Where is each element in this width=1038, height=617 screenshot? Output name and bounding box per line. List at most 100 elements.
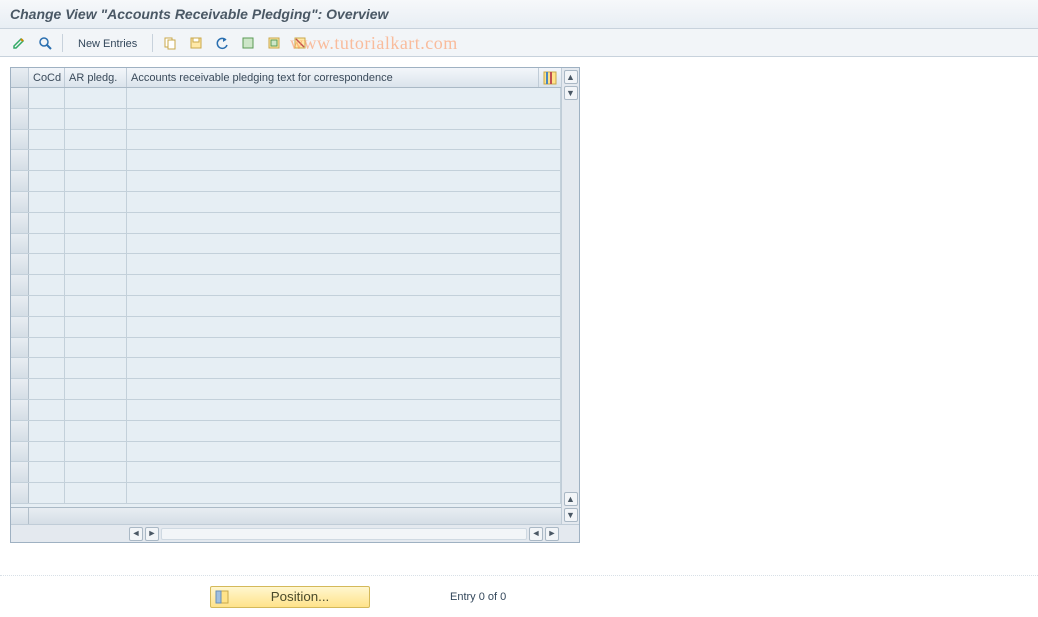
cell-text[interactable] [127, 150, 561, 170]
cell-ar-pledg[interactable] [65, 296, 127, 316]
table-row[interactable] [11, 192, 561, 213]
table-row[interactable] [11, 400, 561, 421]
vertical-scrollbar[interactable]: ▲ ▼ ▲ ▼ [561, 68, 579, 524]
cell-cocd[interactable] [29, 192, 65, 212]
cell-text[interactable] [127, 130, 561, 150]
cell-text[interactable] [127, 275, 561, 295]
change-icon[interactable] [8, 33, 30, 53]
cell-ar-pledg[interactable] [65, 442, 127, 462]
cell-ar-pledg[interactable] [65, 254, 127, 274]
cell-ar-pledg[interactable] [65, 400, 127, 420]
cell-ar-pledg[interactable] [65, 88, 127, 108]
cell-cocd[interactable] [29, 254, 65, 274]
row-selector[interactable] [11, 421, 29, 441]
column-header-ar-pledg[interactable]: AR pledg. [65, 68, 127, 87]
row-selector[interactable] [11, 171, 29, 191]
select-all-icon[interactable] [237, 33, 259, 53]
row-selector[interactable] [11, 213, 29, 233]
cell-cocd[interactable] [29, 88, 65, 108]
cell-cocd[interactable] [29, 171, 65, 191]
table-row[interactable] [11, 88, 561, 109]
cell-cocd[interactable] [29, 109, 65, 129]
row-selector[interactable] [11, 400, 29, 420]
scroll-up-icon[interactable]: ▲ [564, 492, 578, 506]
cell-cocd[interactable] [29, 421, 65, 441]
table-row[interactable] [11, 213, 561, 234]
cell-cocd[interactable] [29, 462, 65, 482]
scroll-up-icon[interactable]: ▲ [564, 70, 578, 84]
copy-icon[interactable] [159, 33, 181, 53]
scroll-left-icon[interactable]: ◄ [129, 527, 143, 541]
table-row[interactable] [11, 275, 561, 296]
scrollbar-track[interactable] [161, 528, 527, 540]
table-row[interactable] [11, 130, 561, 151]
cell-cocd[interactable] [29, 130, 65, 150]
cell-cocd[interactable] [29, 358, 65, 378]
cell-text[interactable] [127, 88, 561, 108]
row-selector[interactable] [11, 192, 29, 212]
cell-ar-pledg[interactable] [65, 109, 127, 129]
deselect-all-icon[interactable] [289, 33, 311, 53]
table-settings-icon[interactable] [539, 68, 561, 87]
cell-text[interactable] [127, 462, 561, 482]
table-row[interactable] [11, 358, 561, 379]
cell-text[interactable] [127, 421, 561, 441]
cell-text[interactable] [127, 192, 561, 212]
cell-ar-pledg[interactable] [65, 150, 127, 170]
row-selector[interactable] [11, 358, 29, 378]
table-row[interactable] [11, 171, 561, 192]
cell-ar-pledg[interactable] [65, 462, 127, 482]
cell-text[interactable] [127, 317, 561, 337]
row-selector[interactable] [11, 317, 29, 337]
row-selector[interactable] [11, 462, 29, 482]
cell-text[interactable] [127, 296, 561, 316]
new-entries-button[interactable]: New Entries [71, 33, 144, 53]
row-selector[interactable] [11, 88, 29, 108]
cell-text[interactable] [127, 358, 561, 378]
cell-ar-pledg[interactable] [65, 338, 127, 358]
row-selector[interactable] [11, 234, 29, 254]
cell-text[interactable] [127, 254, 561, 274]
cell-ar-pledg[interactable] [65, 130, 127, 150]
cell-cocd[interactable] [29, 442, 65, 462]
row-selector[interactable] [11, 296, 29, 316]
row-selector[interactable] [11, 483, 29, 503]
cell-ar-pledg[interactable] [65, 379, 127, 399]
row-selector[interactable] [11, 254, 29, 274]
cell-cocd[interactable] [29, 275, 65, 295]
table-row[interactable] [11, 296, 561, 317]
table-row[interactable] [11, 421, 561, 442]
cell-cocd[interactable] [29, 400, 65, 420]
cell-ar-pledg[interactable] [65, 275, 127, 295]
cell-cocd[interactable] [29, 150, 65, 170]
row-selector[interactable] [11, 275, 29, 295]
cell-ar-pledg[interactable] [65, 234, 127, 254]
cell-ar-pledg[interactable] [65, 483, 127, 503]
cell-ar-pledg[interactable] [65, 358, 127, 378]
table-row[interactable] [11, 254, 561, 275]
row-selector[interactable] [11, 130, 29, 150]
scroll-right-icon[interactable]: ► [145, 527, 159, 541]
horizontal-scrollbar[interactable]: ◄ ► ◄ ► [11, 524, 579, 542]
position-button[interactable]: Position... [210, 586, 370, 608]
row-selector[interactable] [11, 150, 29, 170]
cell-cocd[interactable] [29, 213, 65, 233]
save-icon[interactable] [185, 33, 207, 53]
details-icon[interactable] [34, 33, 56, 53]
cell-text[interactable] [127, 171, 561, 191]
table-row[interactable] [11, 317, 561, 338]
cell-ar-pledg[interactable] [65, 213, 127, 233]
cell-cocd[interactable] [29, 234, 65, 254]
table-row[interactable] [11, 234, 561, 255]
cell-text[interactable] [127, 213, 561, 233]
table-row[interactable] [11, 338, 561, 359]
cell-cocd[interactable] [29, 483, 65, 503]
cell-text[interactable] [127, 483, 561, 503]
cell-ar-pledg[interactable] [65, 171, 127, 191]
row-selector[interactable] [11, 379, 29, 399]
scroll-down-icon[interactable]: ▼ [564, 86, 578, 100]
table-row[interactable] [11, 150, 561, 171]
table-row[interactable] [11, 462, 561, 483]
cell-cocd[interactable] [29, 338, 65, 358]
row-selector[interactable] [11, 442, 29, 462]
